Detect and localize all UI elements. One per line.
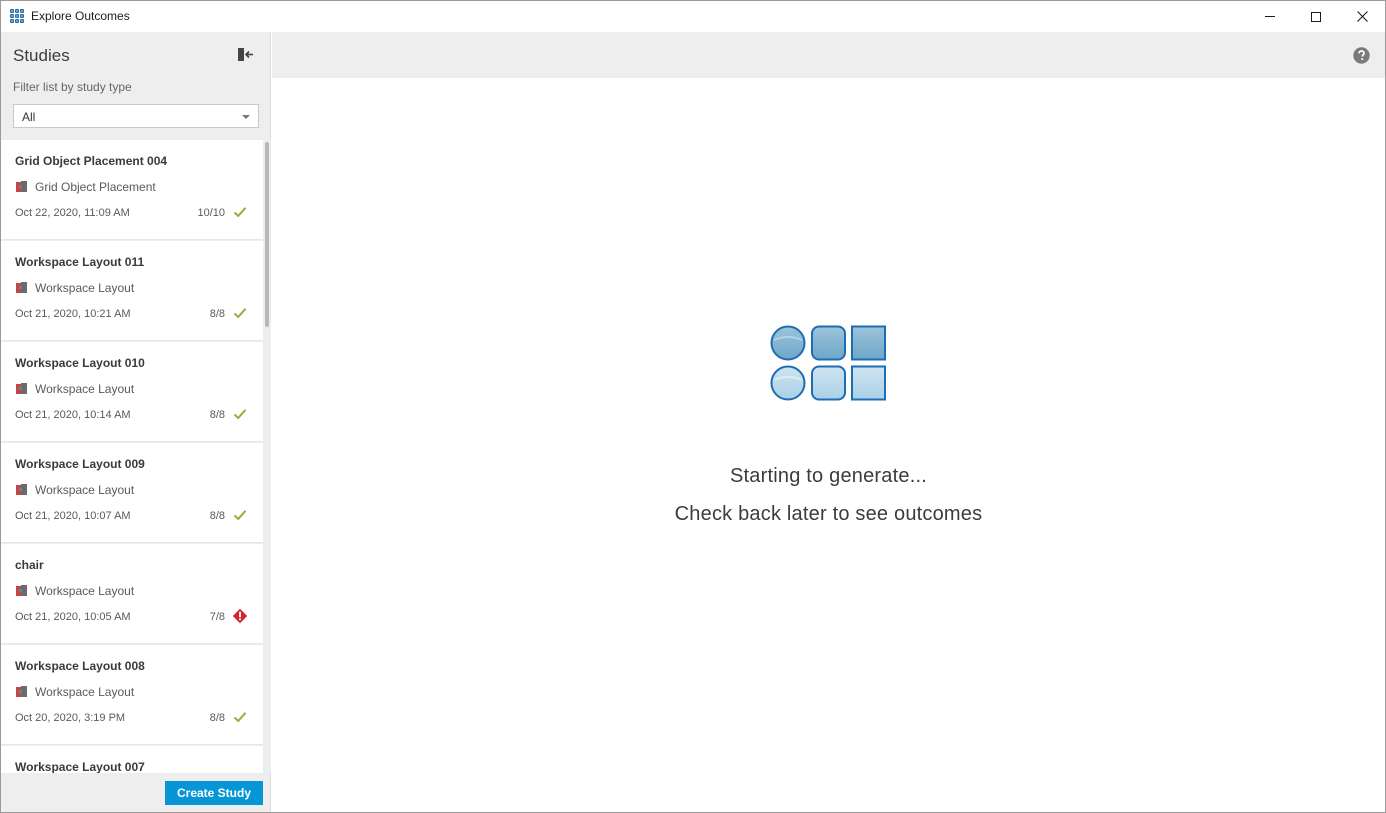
generating-outcomes-illustration: [770, 325, 886, 401]
filter-label: Filter list by study type: [13, 80, 132, 94]
main-panel: Starting to generate... Check back later…: [272, 32, 1385, 812]
study-date: Oct 20, 2020, 3:19 PM: [15, 712, 126, 724]
close-button[interactable]: [1339, 1, 1385, 32]
study-name: Workspace Layout 010: [15, 356, 145, 370]
study-name: chair: [15, 558, 44, 572]
study-type-icon: [16, 686, 27, 697]
chevron-down-icon: [242, 115, 250, 119]
study-name: Workspace Layout 011: [15, 255, 145, 269]
study-list: Grid Object Placement 004 Grid Object Pl…: [1, 140, 263, 773]
study-card[interactable]: Workspace Layout 010 Workspace Layout Oc…: [1, 342, 263, 442]
studies-title: Studies: [13, 46, 70, 65]
status-subtitle: Check back later to see outcomes: [674, 503, 983, 525]
study-type: Workspace Layout: [35, 281, 135, 295]
status-title: Starting to generate...: [730, 465, 927, 487]
study-card[interactable]: Workspace Layout 011 Workspace Layout Oc…: [1, 241, 263, 341]
error-icon: [232, 608, 248, 624]
study-type: Grid Object Placement: [35, 180, 156, 194]
help-icon[interactable]: [1353, 47, 1370, 64]
study-type-icon: [16, 181, 27, 192]
filter-selected-value: All: [22, 110, 36, 124]
study-card[interactable]: Workspace Layout 008 Workspace Layout Oc…: [1, 645, 263, 745]
study-name: Grid Object Placement 004: [15, 154, 168, 168]
scrollbar-thumb[interactable]: [265, 142, 269, 327]
checkmark-icon: [233, 308, 247, 319]
checkmark-icon: [233, 712, 247, 723]
main-header: [272, 32, 1385, 78]
study-type-filter-select[interactable]: All: [13, 104, 259, 128]
collapse-panel-icon: [238, 48, 253, 61]
close-icon: [1356, 11, 1368, 22]
study-outcome-count: 8/8: [209, 712, 225, 724]
study-type: Workspace Layout: [35, 584, 135, 598]
study-type-icon: [16, 383, 27, 394]
study-card[interactable]: Workspace Layout 007: [1, 746, 263, 773]
explore-outcomes-window: Explore Outcomes Studies Filter list by …: [0, 0, 1386, 813]
study-type: Workspace Layout: [35, 685, 135, 699]
checkmark-icon: [233, 207, 247, 218]
maximize-icon: [1311, 11, 1321, 22]
study-type-icon: [16, 282, 27, 293]
study-date: Oct 21, 2020, 10:14 AM: [15, 409, 131, 421]
study-date: Oct 21, 2020, 10:07 AM: [15, 510, 131, 522]
maximize-button[interactable]: [1293, 1, 1339, 32]
checkmark-icon: [233, 510, 247, 521]
study-outcome-count: 8/8: [209, 409, 225, 421]
study-date: Oct 22, 2020, 11:09 AM: [15, 207, 130, 219]
minimize-icon: [1265, 16, 1275, 17]
study-outcome-count: 10/10: [197, 207, 225, 219]
study-card[interactable]: chair Workspace Layout Oct 21, 2020, 10:…: [1, 544, 263, 644]
study-type: Workspace Layout: [35, 382, 135, 396]
study-outcome-count: 8/8: [209, 308, 225, 320]
app-grid-icon: [10, 9, 24, 23]
minimize-button[interactable]: [1247, 1, 1293, 32]
study-date: Oct 21, 2020, 10:21 AM: [15, 308, 131, 320]
create-study-button[interactable]: Create Study: [165, 781, 263, 805]
study-card[interactable]: Workspace Layout 009 Workspace Layout Oc…: [1, 443, 263, 543]
study-type: Workspace Layout: [35, 483, 135, 497]
study-type-icon: [16, 585, 27, 596]
checkmark-icon: [233, 409, 247, 420]
study-outcome-count: 8/8: [209, 510, 225, 522]
study-card[interactable]: Grid Object Placement 004 Grid Object Pl…: [1, 140, 263, 240]
title-bar: Explore Outcomes: [1, 1, 1385, 32]
study-name: Workspace Layout 009: [15, 457, 145, 471]
study-date: Oct 21, 2020, 10:05 AM: [15, 611, 131, 623]
study-name: Workspace Layout 008: [15, 659, 145, 673]
collapse-panel-button[interactable]: [235, 46, 255, 64]
study-outcome-count: 7/8: [209, 611, 225, 623]
study-name: Workspace Layout 007: [15, 760, 145, 773]
study-type-icon: [16, 484, 27, 495]
window-title: Explore Outcomes: [31, 9, 130, 23]
study-list-scrollbar[interactable]: [263, 140, 271, 773]
studies-sidebar: Studies Filter list by study type All Gr…: [1, 32, 271, 812]
